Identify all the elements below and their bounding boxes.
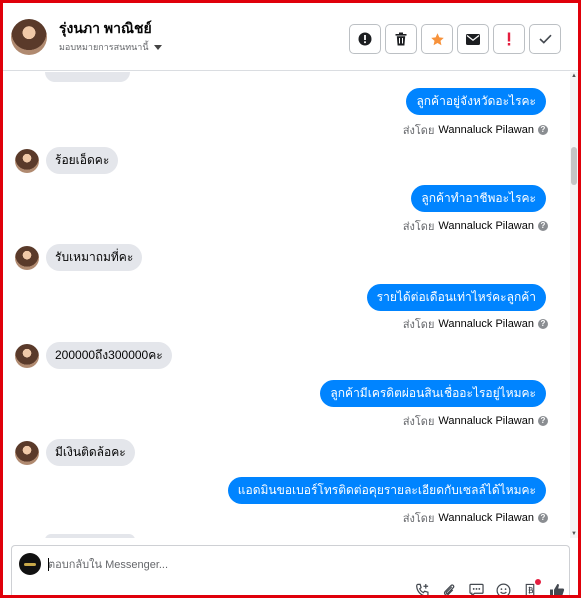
scrollbar-thumb[interactable] xyxy=(571,147,577,185)
sent-by-label: ส่งโดย Wannaluck Pilawan ? xyxy=(403,315,548,333)
sender-name: Wannaluck Pilawan xyxy=(438,318,534,330)
smiley-icon xyxy=(496,583,510,597)
envelope-icon xyxy=(466,33,480,45)
sent-by-prefix: ส่งโดย xyxy=(402,513,435,525)
sender-name: Wannaluck Pilawan xyxy=(438,512,534,524)
scroll-down-arrow-icon[interactable]: ▼ xyxy=(570,530,578,538)
sent-by-prefix: ส่งโดย xyxy=(402,319,435,331)
incoming-message-row: ร้อยเอ็ดคะ xyxy=(15,147,119,174)
receipt-icon xyxy=(525,583,535,598)
emoji-button[interactable] xyxy=(495,582,511,598)
incoming-message[interactable]: ร้อยเอ็ดคะ xyxy=(46,147,119,174)
contact-avatar-small xyxy=(15,148,39,173)
contact-avatar[interactable] xyxy=(11,18,47,55)
sender-name: Wannaluck Pilawan xyxy=(438,124,534,136)
incoming-message-row: รับเหมาถมที่คะ xyxy=(15,244,143,271)
help-icon[interactable]: ? xyxy=(538,125,548,135)
outgoing-message[interactable]: ลูกค้าอยู่จังหวัดอะไรคะ xyxy=(406,88,546,115)
sent-by-prefix: ส่งโดย xyxy=(402,416,435,428)
add-call-button[interactable] xyxy=(414,582,430,598)
help-icon[interactable]: ? xyxy=(538,319,548,329)
phone-plus-icon xyxy=(415,583,429,597)
help-icon[interactable]: ? xyxy=(538,513,548,523)
follow-up-button[interactable] xyxy=(493,24,525,54)
assign-conversation-dropdown[interactable]: มอบหมายการสนทนานี้ xyxy=(59,40,162,54)
sender-name: Wannaluck Pilawan xyxy=(438,220,534,232)
conversation-actions xyxy=(349,24,561,54)
composer-tools xyxy=(414,579,565,598)
contact-avatar-small xyxy=(15,245,39,270)
partial-message-bubble xyxy=(45,72,130,82)
sent-by-label: ส่งโดย Wannaluck Pilawan ? xyxy=(403,509,548,527)
message-thread[interactable]: ลูกค้าอยู่จังหวัดอะไรคะ ส่งโดย Wannaluck… xyxy=(3,72,570,538)
incoming-message[interactable]: มีเงินติดล้อคะ xyxy=(46,439,135,466)
payment-button[interactable] xyxy=(522,579,541,598)
thumbs-up-icon xyxy=(550,583,565,597)
chat-bubble-dots-icon xyxy=(468,583,484,597)
sent-by-prefix: ส่งโดย xyxy=(402,221,435,233)
contact-info: รุ่งนภา พาณิชย์ มอบหมายการสนทนานี้ xyxy=(59,19,162,54)
caret-down-icon xyxy=(153,44,162,50)
like-button[interactable] xyxy=(549,582,565,598)
outgoing-message[interactable]: ลูกค้าทำอาชีพอะไรคะ xyxy=(411,185,546,212)
report-button[interactable] xyxy=(349,24,381,54)
notification-dot xyxy=(535,579,541,585)
done-button[interactable] xyxy=(529,24,561,54)
outgoing-message[interactable]: รายได้ต่อเดือนเท่าไหร่คะลูกค้า xyxy=(366,284,546,311)
incoming-message-row: มีเงินติดล้อคะ xyxy=(15,439,135,466)
thread-scrollbar[interactable]: ▲ ▼ xyxy=(570,72,578,538)
reply-composer xyxy=(11,545,570,598)
outgoing-message[interactable]: แอดมินขอเบอร์โทรติดต่อคุยรายละเอียดกับเซ… xyxy=(227,477,546,504)
paperclip-icon xyxy=(444,583,455,596)
incoming-message[interactable]: 200000ถึง300000คะ xyxy=(46,342,172,369)
assign-label: มอบหมายการสนทนานี้ xyxy=(59,42,149,52)
sent-by-prefix: ส่งโดย xyxy=(402,125,435,137)
incoming-message[interactable]: รับเหมาถมที่คะ xyxy=(46,244,143,271)
help-icon[interactable]: ? xyxy=(538,221,548,231)
partial-message-bubble xyxy=(45,534,135,538)
text-cursor xyxy=(48,558,49,571)
page-avatar xyxy=(19,553,41,575)
star-icon xyxy=(430,32,444,45)
trash-icon xyxy=(395,32,407,46)
sent-by-label: ส่งโดย Wannaluck Pilawan ? xyxy=(403,121,548,139)
saved-replies-button[interactable] xyxy=(468,582,484,598)
outgoing-message[interactable]: ลูกค้ามีเครดิตผ่อนสินเชื่ออะไรอยู่ไหมคะ xyxy=(320,380,546,407)
conversation-header: รุ่งนภา พาณิชย์ มอบหมายการสนทนานี้ xyxy=(3,3,578,71)
exclamation-circle-icon xyxy=(358,32,372,46)
mark-unread-button[interactable] xyxy=(457,24,489,54)
star-button[interactable] xyxy=(421,24,453,54)
contact-avatar-small xyxy=(15,343,39,368)
scroll-up-arrow-icon[interactable]: ▲ xyxy=(570,72,578,80)
contact-avatar-small xyxy=(15,440,39,465)
reply-input[interactable] xyxy=(48,557,498,573)
incoming-message-row: 200000ถึง300000คะ xyxy=(15,342,172,369)
delete-button[interactable] xyxy=(385,24,417,54)
exclamation-icon xyxy=(507,32,511,46)
sent-by-label: ส่งโดย Wannaluck Pilawan ? xyxy=(403,217,548,235)
help-icon[interactable]: ? xyxy=(538,416,548,426)
sender-name: Wannaluck Pilawan xyxy=(438,415,534,427)
attach-file-button[interactable] xyxy=(441,582,457,598)
check-icon xyxy=(538,34,552,44)
sent-by-label: ส่งโดย Wannaluck Pilawan ? xyxy=(403,412,548,430)
contact-name[interactable]: รุ่งนภา พาณิชย์ xyxy=(59,19,162,37)
